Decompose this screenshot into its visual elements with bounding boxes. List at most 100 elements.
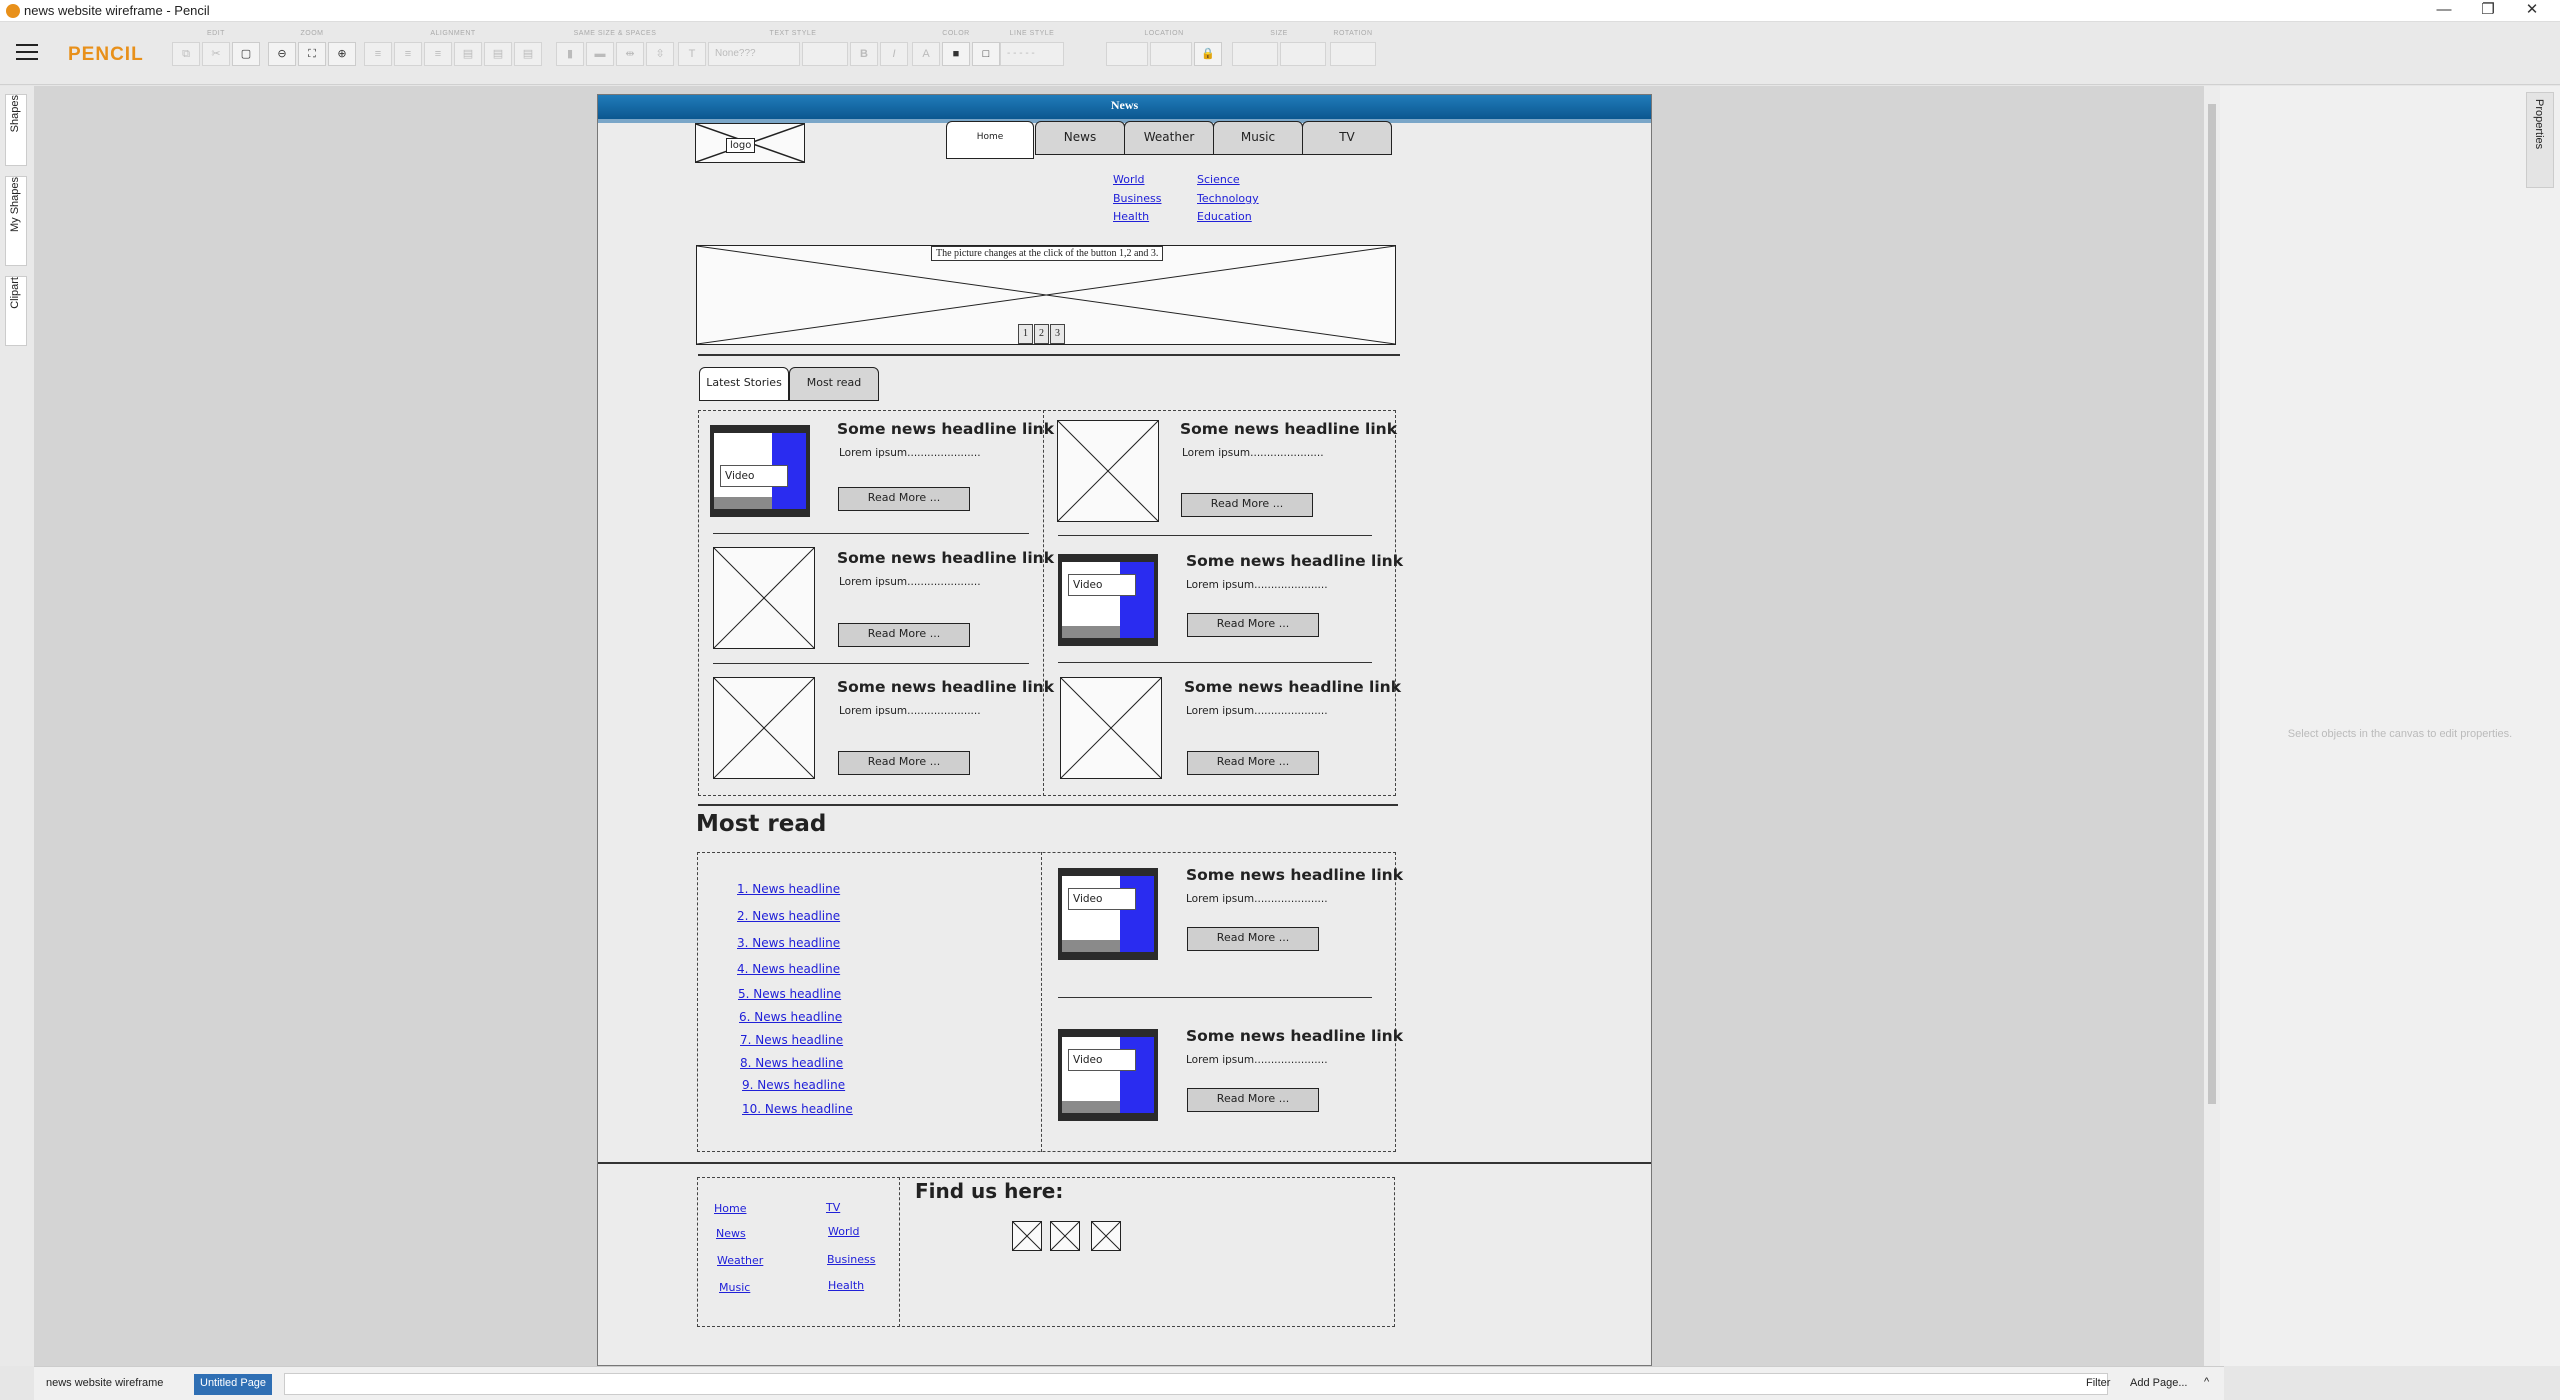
most-read-link[interactable]: 8. News headline [740,1056,843,1070]
logo-placeholder[interactable]: logo [695,123,805,163]
tab-music[interactable]: Music [1213,121,1303,155]
video-thumbnail[interactable]: Video [1058,868,1158,960]
page-tab-untitled[interactable]: Untitled Page [194,1374,273,1395]
same-height-icon[interactable]: ▬ [586,42,614,66]
italic-icon[interactable]: I [880,42,908,66]
footer-link-tv[interactable]: TV [826,1201,840,1214]
social-icon-placeholder[interactable] [1050,1221,1080,1251]
story-image-placeholder[interactable] [1060,677,1162,779]
read-more-button[interactable]: Read More ... [838,487,970,511]
footer-link-world[interactable]: World [828,1225,860,1238]
story-headline-link[interactable]: Some news headline link [837,549,1054,567]
align-middle-icon[interactable]: ▤ [484,42,512,66]
align-center-icon[interactable]: ≡ [394,42,422,66]
story-headline-link[interactable]: Some news headline link [1180,420,1397,438]
social-icon-placeholder[interactable] [1012,1221,1042,1251]
social-icon-placeholder[interactable] [1091,1221,1121,1251]
space-vertical-icon[interactable]: ⇳ [646,42,674,66]
sub-link-technology[interactable]: Technology [1197,192,1259,205]
wireframe-page[interactable]: News logo Home News Weather Music TV Wor… [597,94,1652,1366]
filter-button[interactable]: Filter [2086,1377,2110,1389]
shapes-tab[interactable]: Shapes [5,94,27,166]
most-read-link[interactable]: 1. News headline [737,882,840,896]
story-image-placeholder[interactable] [713,677,815,779]
zoom-fit-icon[interactable]: ⛶ [298,42,326,66]
tab-most-read[interactable]: Most read [789,367,879,401]
most-read-link[interactable]: 9. News headline [742,1078,845,1092]
properties-tab[interactable]: Properties [2526,92,2554,188]
video-thumbnail[interactable]: Video [1058,1029,1158,1121]
most-read-link[interactable]: 2. News headline [737,909,840,923]
align-right-icon[interactable]: ≡ [424,42,452,66]
video-thumbnail[interactable]: Video [1058,554,1158,646]
most-read-link[interactable]: 4. News headline [737,962,840,976]
align-left-icon[interactable]: ≡ [364,42,392,66]
font-select[interactable]: None??? [708,42,800,66]
read-more-button[interactable]: Read More ... [1181,493,1313,517]
story-headline-link[interactable]: Some news headline link [1186,552,1403,570]
add-page-button[interactable]: Add Page... [2130,1377,2188,1389]
story-image-placeholder[interactable] [713,547,815,649]
story-image-placeholder[interactable] [1057,420,1159,522]
width-field[interactable] [1232,42,1278,66]
font-size-field[interactable] [802,42,848,66]
tab-news[interactable]: News [1035,121,1125,155]
most-read-link[interactable]: 3. News headline [737,936,840,950]
read-more-button[interactable]: Read More ... [1187,613,1319,637]
stroke-color-icon[interactable]: □ [972,42,1000,66]
align-top-icon[interactable]: ▤ [454,42,482,66]
banner-page-button-1[interactable]: 1 [1018,324,1033,344]
chevron-up-icon[interactable]: ^ [2204,1376,2209,1388]
read-more-button[interactable]: Read More ... [838,751,970,775]
most-read-link[interactable]: 6. News headline [739,1010,842,1024]
text-icon[interactable]: T [678,42,706,66]
tab-home[interactable]: Home [946,121,1034,159]
most-read-link[interactable]: 10. News headline [742,1102,853,1116]
tab-weather[interactable]: Weather [1124,121,1214,155]
tab-latest-stories[interactable]: Latest Stories [699,367,789,401]
line-style-select[interactable]: - - - - - [1000,42,1064,66]
my-shapes-tab[interactable]: My Shapes [5,176,27,266]
story-headline-link[interactable]: Some news headline link [1186,866,1403,884]
footer-link-weather[interactable]: Weather [717,1254,763,1267]
bold-icon[interactable]: B [850,42,878,66]
location-y-field[interactable] [1150,42,1192,66]
close-button[interactable]: ✕ [2508,0,2556,22]
vertical-scrollbar[interactable] [2204,86,2220,1366]
footer-link-health[interactable]: Health [828,1279,864,1292]
most-read-link[interactable]: 7. News headline [740,1033,843,1047]
menu-icon[interactable] [16,44,38,60]
sub-link-science[interactable]: Science [1197,173,1240,186]
tab-tv[interactable]: TV [1302,121,1392,155]
text-color-icon[interactable]: A [912,42,940,66]
video-thumbnail[interactable]: Video [710,425,810,517]
sub-link-health[interactable]: Health [1113,210,1149,223]
minimize-button[interactable]: — [2420,0,2468,22]
story-headline-link[interactable]: Some news headline link [837,678,1054,696]
footer-link-home[interactable]: Home [714,1202,746,1215]
sub-link-world[interactable]: World [1113,173,1145,186]
story-headline-link[interactable]: Some news headline link [1184,678,1401,696]
zoom-in-icon[interactable]: ⊕ [328,42,356,66]
height-field[interactable] [1280,42,1326,66]
sub-link-education[interactable]: Education [1197,210,1252,223]
read-more-button[interactable]: Read More ... [838,623,970,647]
fill-color-icon[interactable]: ■ [942,42,970,66]
align-bottom-icon[interactable]: ▤ [514,42,542,66]
story-headline-link[interactable]: Some news headline link [1186,1027,1403,1045]
scrollbar-thumb[interactable] [2208,104,2216,1104]
lock-icon[interactable]: 🔒 [1194,42,1222,66]
location-x-field[interactable] [1106,42,1148,66]
footer-link-news[interactable]: News [716,1227,746,1240]
same-width-icon[interactable]: ▮ [556,42,584,66]
document-name[interactable]: news website wireframe [46,1377,163,1389]
most-read-link[interactable]: 5. News headline [738,987,841,1001]
banner-page-button-2[interactable]: 2 [1034,324,1049,344]
sub-link-business[interactable]: Business [1113,192,1162,205]
zoom-out-icon[interactable]: ⊖ [268,42,296,66]
banner-page-button-3[interactable]: 3 [1050,324,1065,344]
read-more-button[interactable]: Read More ... [1187,751,1319,775]
footer-link-music[interactable]: Music [719,1281,750,1294]
read-more-button[interactable]: Read More ... [1187,927,1319,951]
read-more-button[interactable]: Read More ... [1187,1088,1319,1112]
